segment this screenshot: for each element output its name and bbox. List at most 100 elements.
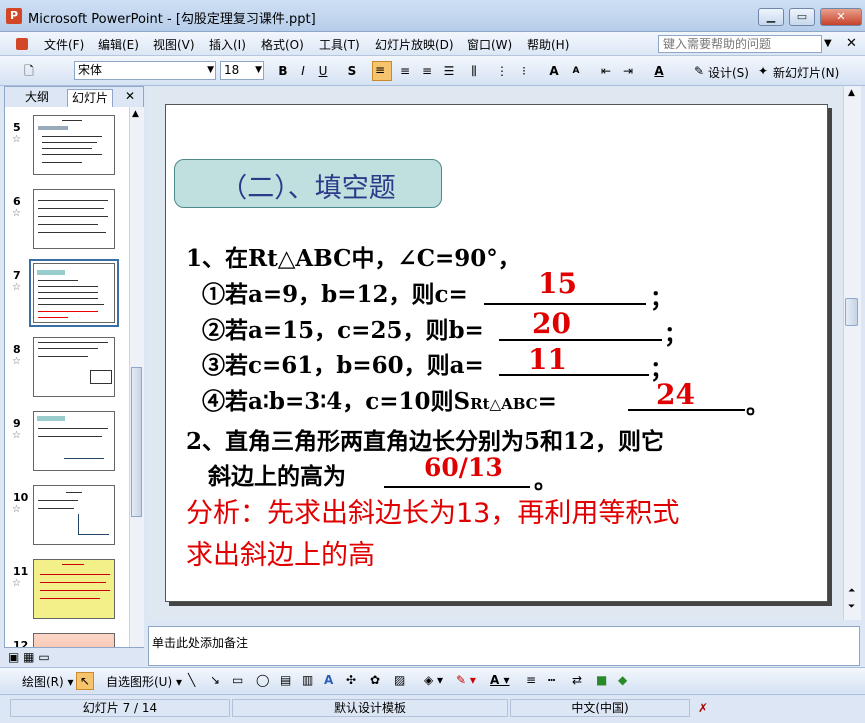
rectangle-icon[interactable]: ▭	[232, 673, 243, 687]
slide-thumbnail-10[interactable]	[33, 485, 115, 545]
previous-slide-icon[interactable]: ⏶	[848, 586, 855, 596]
clipart-icon[interactable]: ✿	[370, 673, 380, 687]
menu-help[interactable]: 帮助(H)	[527, 36, 569, 53]
underline-button[interactable]: U	[314, 62, 332, 80]
thumbnail-scrollbar[interactable]: ▲	[129, 107, 144, 647]
align-center-icon[interactable]: ≡	[396, 62, 414, 80]
bullets-icon[interactable]: ⁝	[515, 62, 533, 80]
dash-style-icon[interactable]: ┅	[548, 673, 555, 687]
chevron-down-icon: ▼	[255, 65, 262, 75]
minimize-button[interactable]: ▁	[758, 8, 784, 26]
star-icon: ☆	[12, 208, 21, 219]
question-1a: ①若a=9，b=12，则c=	[202, 281, 468, 308]
tab-slides[interactable]: 幻灯片	[67, 89, 114, 107]
help-dropdown-icon[interactable]: ▼	[824, 38, 832, 49]
notes-pane[interactable]: 单击此处添加备注	[148, 626, 860, 666]
wordart-icon[interactable]: A	[324, 673, 333, 687]
slide-thumbnail-8[interactable]	[33, 337, 115, 397]
menu-edit[interactable]: 编辑(E)	[98, 36, 139, 53]
oval-icon[interactable]: ◯	[256, 673, 269, 687]
draw-menu-button[interactable]: 绘图(R) ▾	[22, 673, 74, 690]
align-right-icon[interactable]: ≡	[418, 62, 436, 80]
arrow-style-icon[interactable]: ⇄	[572, 673, 582, 687]
slide-thumbnail-11[interactable]	[33, 559, 115, 619]
fill-color-icon[interactable]: ◈ ▾	[424, 673, 443, 687]
spelling-error-icon[interactable]: ✗	[698, 701, 708, 715]
question-1d-equals: =	[537, 388, 557, 415]
pane-close-icon[interactable]: ✕	[125, 89, 135, 103]
heading-box[interactable]: （二）、填空题	[174, 159, 442, 208]
increase-indent-icon[interactable]: ⇥	[619, 62, 637, 80]
line-color-icon[interactable]: ✎ ▾	[456, 673, 476, 687]
justify-icon[interactable]: ☰	[440, 62, 458, 80]
vertical-textbox-icon[interactable]: ▥	[302, 673, 313, 687]
slide-heading: （二）、填空题	[220, 173, 396, 204]
help-search-input[interactable]: 键入需要帮助的问题	[658, 35, 822, 53]
maximize-button[interactable]: ▭	[789, 8, 815, 26]
slide-thumbnail-7[interactable]	[29, 259, 119, 327]
scroll-up-icon[interactable]: ▲	[132, 109, 139, 119]
shadow-button[interactable]: S	[343, 62, 361, 80]
slide-sorter-icon[interactable]: ▦	[23, 650, 34, 664]
slideshow-view-icon[interactable]: ▭	[38, 650, 49, 664]
align-left-button[interactable]: ≡	[372, 61, 392, 81]
slide-thumbnail-5[interactable]	[33, 115, 115, 175]
picture-icon[interactable]: ▨	[394, 673, 405, 687]
text-direction-icon[interactable]: ⫼	[465, 62, 483, 80]
menu-slideshow[interactable]: 幻灯片放映(D)	[375, 36, 454, 53]
tab-outline[interactable]: 大纲	[21, 89, 53, 106]
next-slide-icon[interactable]: ⏷	[848, 602, 855, 612]
star-icon: ☆	[12, 504, 21, 515]
new-slide-icon[interactable]: ✦	[754, 62, 772, 80]
menu-window[interactable]: 窗口(W)	[467, 36, 512, 53]
diagram-icon[interactable]: ✣	[346, 673, 356, 687]
slide-thumbnail-6[interactable]	[33, 189, 115, 249]
increase-font-icon[interactable]: A	[545, 62, 563, 80]
font-color-icon[interactable]: A	[650, 62, 668, 80]
autoshapes-button[interactable]: 自选图形(U) ▾	[106, 673, 182, 690]
font-name-select[interactable]: 宋体 ▼	[74, 61, 216, 80]
select-pointer-icon[interactable]: ↖	[76, 672, 94, 690]
menu-format[interactable]: 格式(O)	[261, 36, 304, 53]
scroll-thumb[interactable]	[845, 298, 858, 326]
thumb-number: 11	[13, 565, 29, 578]
slide-vertical-scrollbar[interactable]: ▲ ⏶ ⏷	[843, 86, 861, 620]
new-slide-button[interactable]: 新幻灯片(N)	[773, 64, 839, 81]
document-icon[interactable]	[16, 38, 28, 50]
scroll-thumb[interactable]	[131, 367, 142, 517]
menu-view[interactable]: 视图(V)	[153, 36, 195, 53]
menu-tools[interactable]: 工具(T)	[319, 36, 360, 53]
analysis-line-2: 求出斜边上的高	[186, 540, 375, 571]
close-button[interactable]: ✕	[820, 8, 862, 26]
design-template-name[interactable]: 默认设计模板	[232, 699, 508, 717]
language-indicator: 中文(中国)	[510, 699, 690, 717]
slide-thumbnail-12[interactable]	[33, 633, 115, 647]
design-icon[interactable]: ✎	[690, 62, 708, 80]
line-style-icon[interactable]: ≡	[526, 673, 536, 687]
decrease-indent-icon[interactable]: ⇤	[597, 62, 615, 80]
document-close-icon[interactable]: ✕	[846, 36, 857, 51]
menu-file[interactable]: 文件(F)	[44, 36, 84, 53]
shadow-style-icon[interactable]: ■	[596, 673, 607, 687]
answer-2: 60/13	[424, 453, 503, 482]
slide-thumbnail-9[interactable]	[33, 411, 115, 471]
italic-button[interactable]: I	[294, 62, 312, 80]
new-document-icon[interactable]: 🗋	[20, 62, 38, 80]
font-color-draw-icon[interactable]: A ▾	[490, 673, 510, 687]
slides-pane: 大纲 幻灯片 ✕ 5 ☆ 6 ☆ 7 ☆ 8 ☆ 9 ☆ 10 ☆ 11 ☆ 1…	[4, 86, 144, 648]
arrow-icon[interactable]: ↘	[210, 673, 220, 687]
view-buttons: ▣ ▦ ▭	[8, 650, 50, 664]
normal-view-icon[interactable]: ▣	[8, 650, 19, 664]
star-icon: ☆	[12, 134, 21, 145]
textbox-icon[interactable]: ▤	[280, 673, 291, 687]
slide-canvas[interactable]: （二）、填空题 1、在Rt△ABC中，∠C=90°， ①若a=9，b=12，则c…	[165, 104, 828, 602]
decrease-font-icon[interactable]: A	[567, 62, 585, 80]
bold-button[interactable]: B	[274, 62, 292, 80]
line-icon[interactable]: ╲	[188, 673, 195, 687]
design-button[interactable]: 设计(S)	[708, 64, 749, 81]
3d-style-icon[interactable]: ◆	[618, 673, 627, 687]
scroll-up-icon[interactable]: ▲	[848, 88, 855, 98]
font-size-select[interactable]: 18 ▼	[220, 61, 264, 80]
menu-insert[interactable]: 插入(I)	[209, 36, 246, 53]
numbering-icon[interactable]: ⋮	[493, 62, 511, 80]
